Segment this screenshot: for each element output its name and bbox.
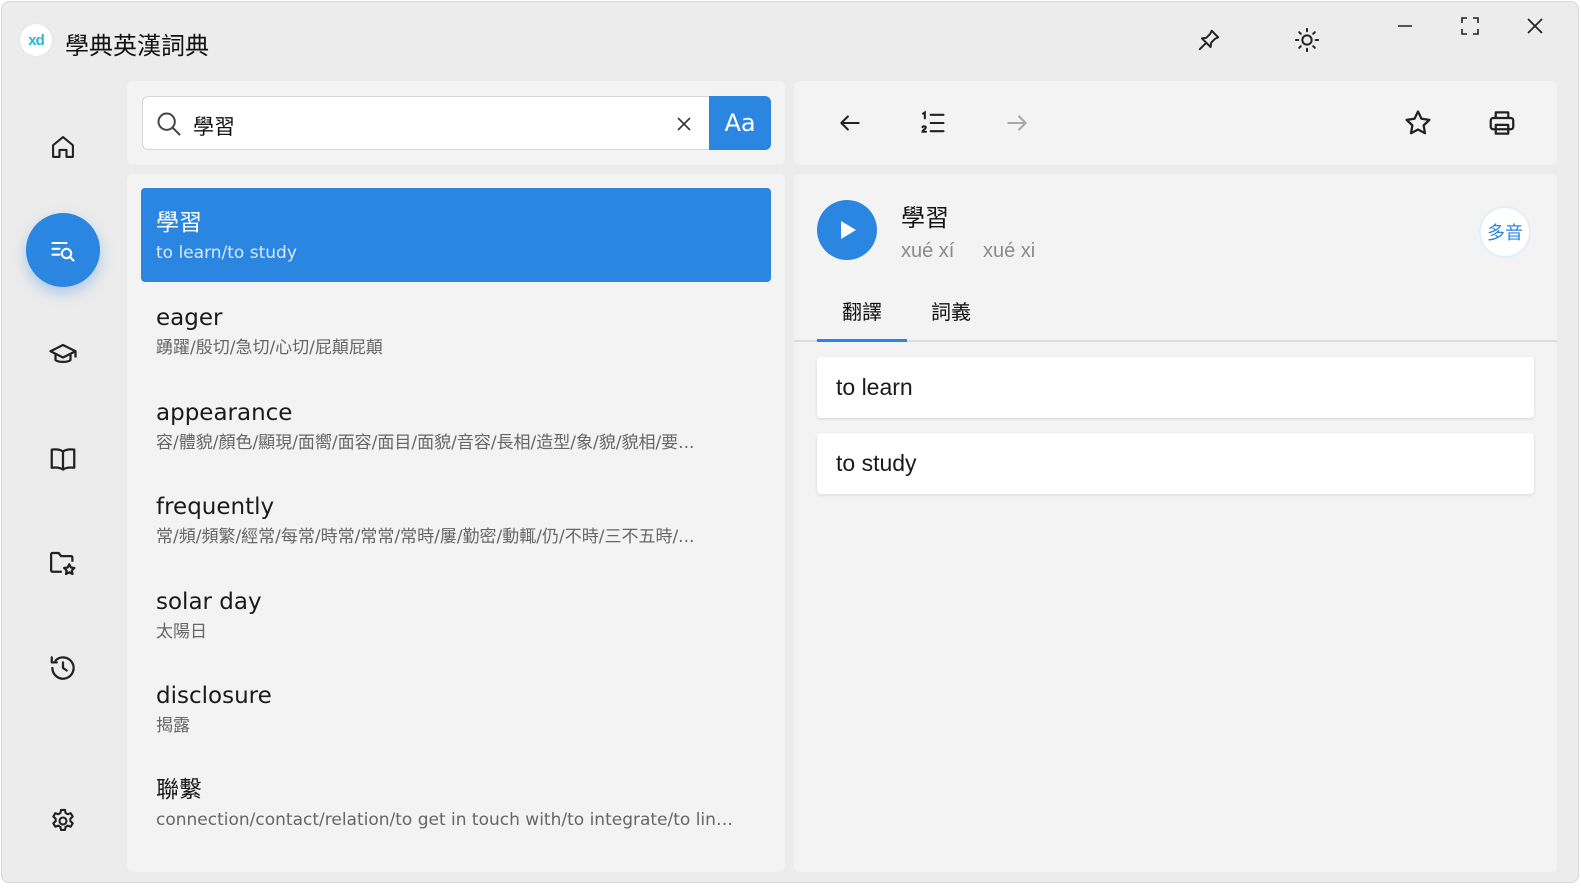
- forward-button[interactable]: [993, 99, 1041, 147]
- pin-icon: [1198, 29, 1220, 51]
- minimize-icon: [1398, 25, 1412, 27]
- meaning-card[interactable]: to study: [817, 433, 1534, 494]
- tab-meaning[interactable]: 詞義: [931, 296, 971, 325]
- pin-button[interactable]: [1185, 16, 1233, 64]
- star-icon: [1405, 110, 1431, 135]
- nav-learn[interactable]: [26, 318, 100, 392]
- gear-icon: [52, 808, 74, 832]
- numbered-list-icon: [921, 110, 945, 133]
- result-definition: 太陽日: [156, 622, 207, 642]
- nav-home[interactable]: [26, 110, 100, 184]
- polyphone-button[interactable]: 多音: [1479, 206, 1531, 258]
- book-icon: [50, 448, 76, 471]
- app-title: 學典英漢詞典: [65, 32, 209, 60]
- tab-translation[interactable]: 翻譯: [842, 296, 882, 325]
- result-definition: 常/頻/頻繁/經常/每常/時常/常常/常時/屢/勤密/動輒/仍/不時/三不五時/…: [156, 527, 695, 547]
- pinyin-primary[interactable]: xué xí: [901, 240, 954, 263]
- result-item[interactable]: 學習 to learn/to study: [141, 188, 771, 282]
- nav-settings[interactable]: [26, 784, 100, 858]
- result-item[interactable]: solar day 太陽日: [141, 567, 771, 661]
- result-item[interactable]: eager 踴躍/殷切/急切/心切/屁顛屁顛: [141, 283, 771, 377]
- search-list-icon: [51, 241, 75, 262]
- graduation-cap-icon: [49, 343, 77, 363]
- result-definition: connection/contact/relation/to get in to…: [156, 810, 736, 830]
- back-button[interactable]: [826, 99, 874, 147]
- app-window: xd 學典英漢詞典 學習 Aa 學習 to learn/to study eag…: [1, 1, 1579, 883]
- case-toggle-button[interactable]: Aa: [709, 96, 771, 150]
- active-tab-indicator: [817, 339, 907, 342]
- close-icon: [1527, 18, 1543, 34]
- arrow-left-icon: [840, 115, 860, 131]
- result-item[interactable]: disclosure 揭露: [141, 661, 771, 755]
- nav-dictionary[interactable]: [26, 422, 100, 496]
- close-window-button[interactable]: [1505, 6, 1565, 46]
- detail-panel: 學習 xué xí xué xi 多音 翻譯 詞義 to learn to st…: [794, 174, 1557, 872]
- result-item[interactable]: 聯繫 connection/contact/relation/to get in…: [141, 755, 771, 849]
- results-panel: 學習 to learn/to study eager 踴躍/殷切/急切/心切/屁…: [127, 174, 785, 872]
- clear-icon: [677, 117, 691, 131]
- theme-button[interactable]: [1283, 16, 1331, 64]
- result-item[interactable]: appearance 容/體貌/顏色/顯現/面嚮/面容/面目/面貌/音容/長相/…: [141, 378, 771, 472]
- fullscreen-button[interactable]: [1440, 6, 1500, 46]
- headword: 學習: [901, 204, 949, 232]
- result-definition: 踴躍/殷切/急切/心切/屁顛屁顛: [156, 338, 383, 358]
- result-word: eager: [156, 305, 223, 331]
- result-definition: 揭露: [156, 716, 190, 736]
- result-word: appearance: [156, 400, 293, 426]
- result-item[interactable]: frequently 常/頻/頻繁/經常/每常/時常/常常/常時/屢/勤密/動輒…: [141, 472, 771, 566]
- result-definition: to learn/to study: [156, 243, 297, 263]
- app-logo: xd: [20, 24, 52, 56]
- search-value: 學習: [193, 115, 235, 139]
- nav-favorites[interactable]: [26, 526, 100, 600]
- nav-history[interactable]: [26, 631, 100, 705]
- result-word: disclosure: [156, 683, 272, 709]
- result-word: 學習: [156, 210, 202, 236]
- folder-star-icon: [50, 551, 76, 576]
- fullscreen-icon: [1461, 17, 1479, 35]
- title-bar: xd 學典英漢詞典: [2, 2, 1578, 78]
- brightness-icon: [1294, 27, 1320, 53]
- search-input[interactable]: 學習: [142, 96, 710, 150]
- home-icon: [52, 136, 74, 158]
- arrow-right-icon: [1007, 115, 1027, 131]
- clear-search-button[interactable]: [669, 109, 699, 139]
- search-panel: 學習 Aa: [127, 81, 785, 165]
- detail-toolbar: [794, 81, 1557, 165]
- pinyin-secondary[interactable]: xué xi: [983, 240, 1035, 263]
- search-icon: [157, 112, 181, 136]
- play-icon: [841, 221, 856, 239]
- printer-icon: [1489, 111, 1515, 135]
- history-icon: [50, 656, 75, 680]
- result-word: solar day: [156, 589, 262, 615]
- meaning-card[interactable]: to learn: [817, 357, 1534, 418]
- tabs-divider: [794, 340, 1557, 342]
- result-word: 聯繫: [156, 777, 202, 803]
- favorite-button[interactable]: [1394, 99, 1442, 147]
- outline-button[interactable]: [909, 99, 957, 147]
- nav-search[interactable]: [26, 213, 100, 287]
- print-button[interactable]: [1478, 99, 1526, 147]
- play-audio-button[interactable]: [817, 200, 877, 260]
- result-word: frequently: [156, 494, 275, 520]
- result-definition: 容/體貌/顏色/顯現/面嚮/面容/面目/面貌/音容/長相/造型/象/貌/貌相/要…: [156, 433, 695, 453]
- minimize-button[interactable]: [1375, 6, 1435, 46]
